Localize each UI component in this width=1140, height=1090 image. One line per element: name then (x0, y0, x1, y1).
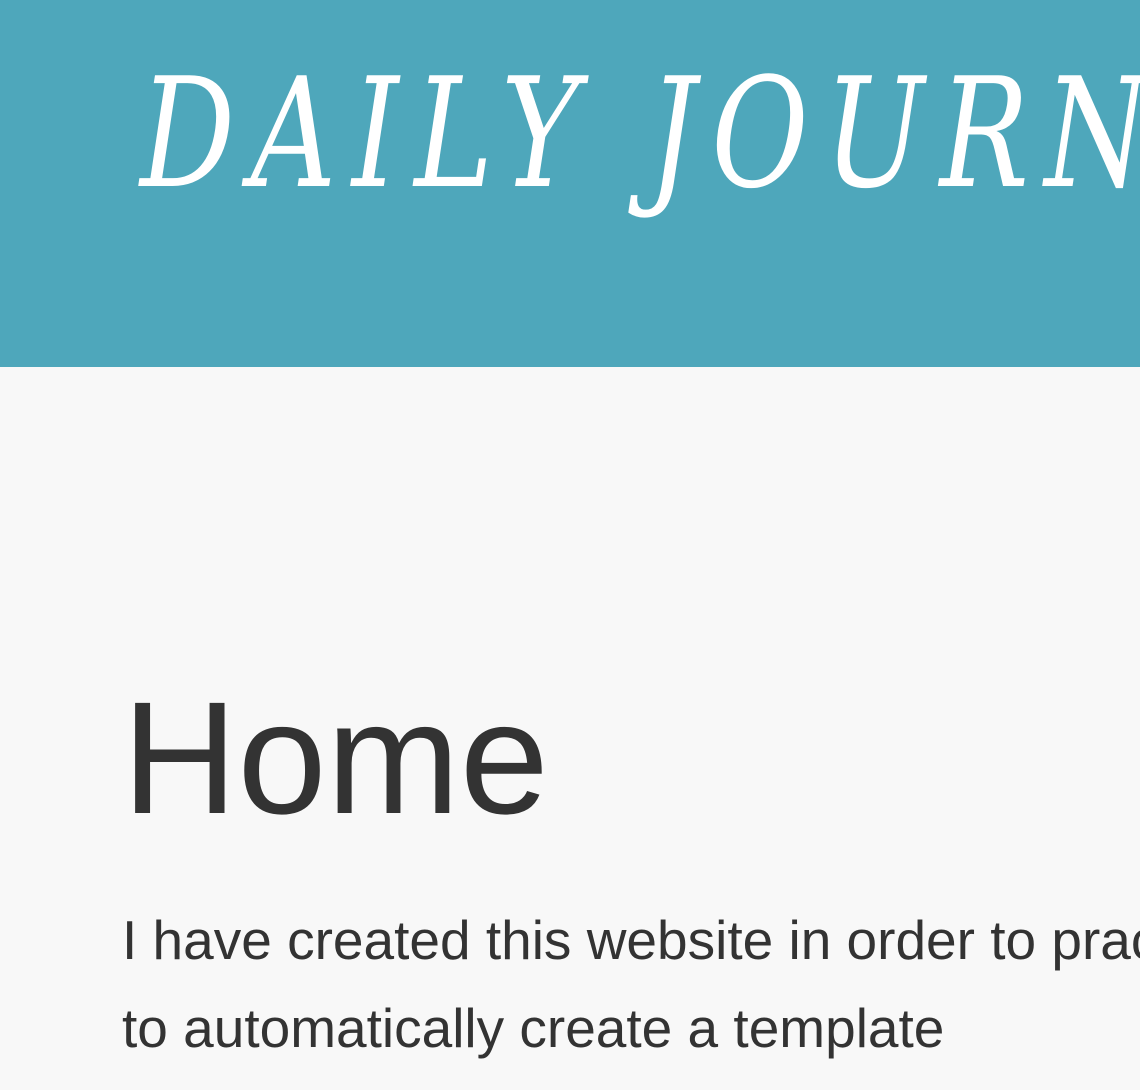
main-content: Home I have created this website in orde… (122, 0, 1140, 1090)
intro-paragraph: I have created this website in order to … (122, 909, 1140, 1059)
page-title: Home (122, 668, 549, 847)
